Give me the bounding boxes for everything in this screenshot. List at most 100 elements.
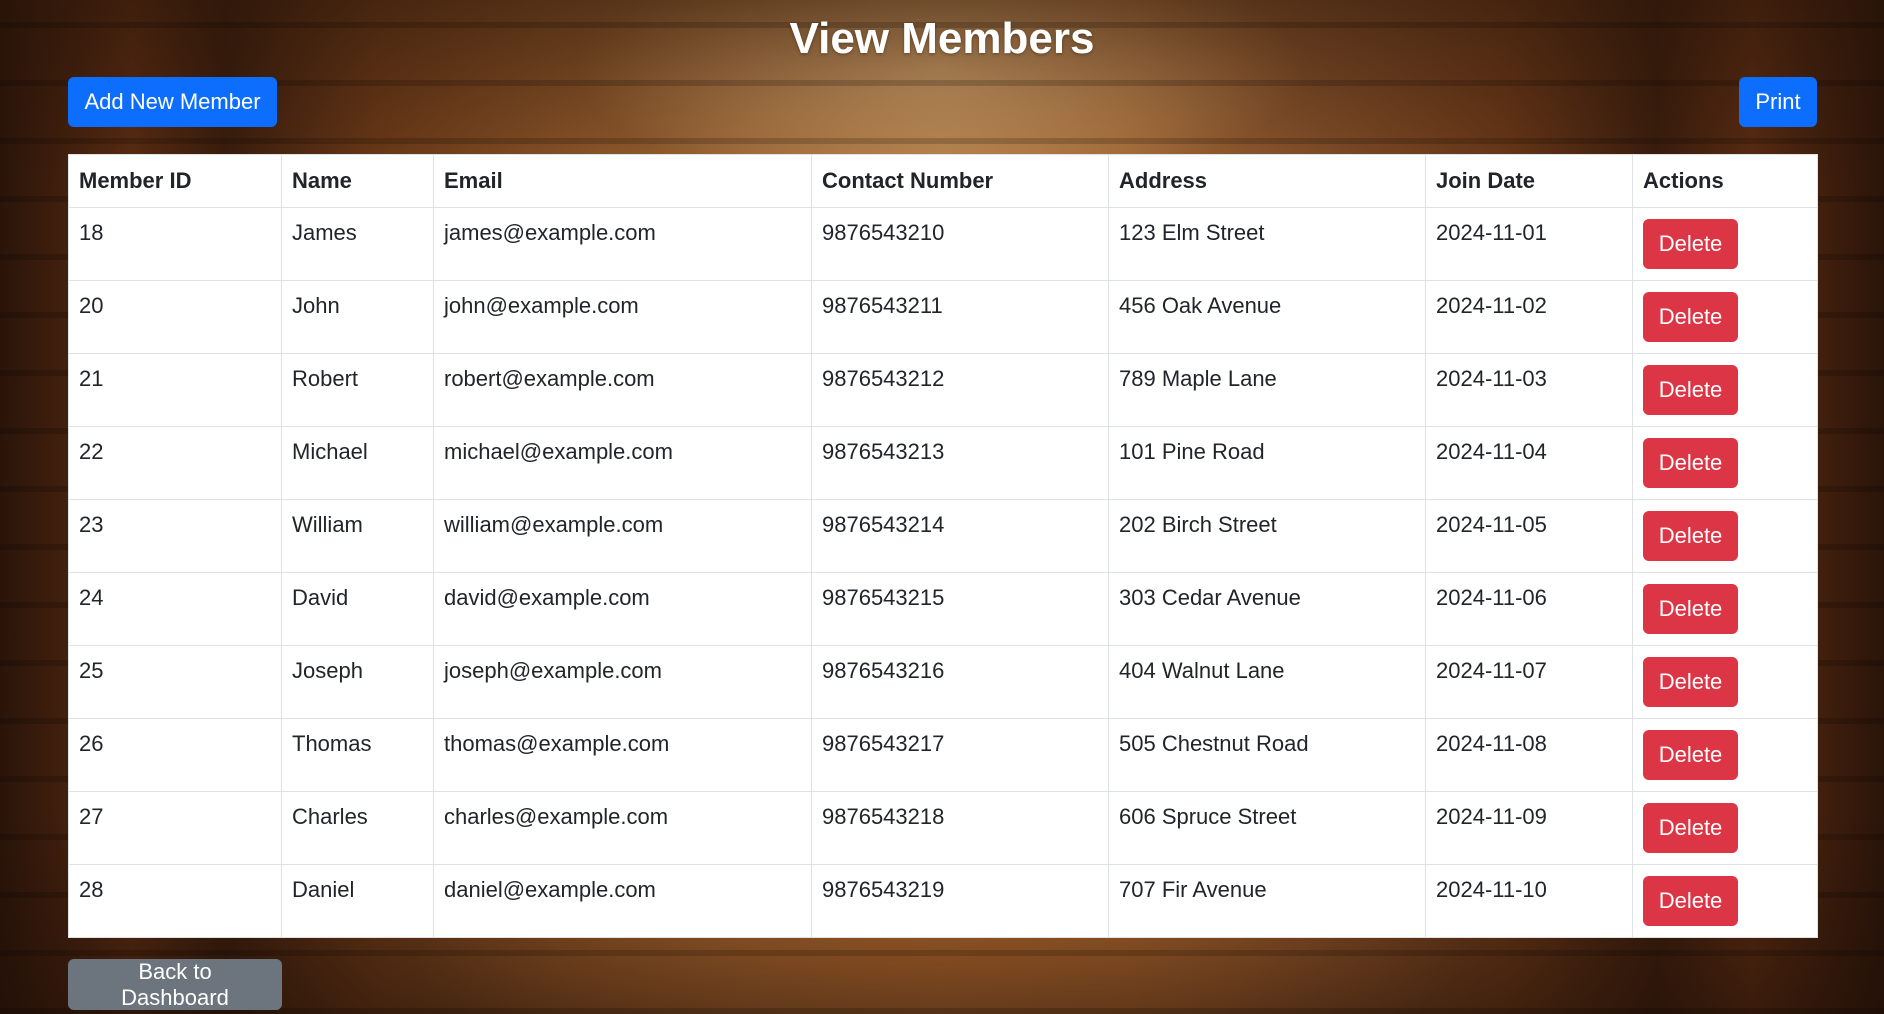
cell-contact-number: 9876543217 bbox=[811, 718, 1109, 792]
table-row: 26 Thomas thomas@example.com 9876543217 505 … bbox=[68, 718, 1818, 792]
cell-address: 303 Cedar Avenue bbox=[1108, 572, 1426, 646]
cell-join-date: 2024-11-04 bbox=[1425, 426, 1633, 500]
cell-name: James bbox=[281, 207, 434, 281]
cell-address: 101 Pine Road bbox=[1108, 426, 1426, 500]
cell-join-date: 2024-11-01 bbox=[1425, 207, 1633, 281]
cell-contact-number: 9876543210 bbox=[811, 207, 1109, 281]
cell-email: william@example.com bbox=[433, 499, 812, 573]
delete-button[interactable]: Delete bbox=[1643, 511, 1738, 561]
cell-join-date: 2024-11-02 bbox=[1425, 280, 1633, 354]
members-table-container: Member ID Name Email Contact Number Addr… bbox=[68, 154, 1818, 938]
cell-actions: Delete bbox=[1632, 280, 1818, 354]
back-to-dashboard-button[interactable]: Back to Dashboard bbox=[68, 959, 282, 1010]
cell-name: Daniel bbox=[281, 864, 434, 938]
table-row: 20 John john@example.com 9876543211 456 Oak … bbox=[68, 280, 1818, 354]
cell-member-id: 25 bbox=[68, 645, 282, 719]
table-row: 22 Michael michael@example.com 9876543213 10… bbox=[68, 426, 1818, 500]
cell-actions: Delete bbox=[1632, 499, 1818, 573]
cell-address: 456 Oak Avenue bbox=[1108, 280, 1426, 354]
cell-join-date: 2024-11-05 bbox=[1425, 499, 1633, 573]
add-new-member-button[interactable]: Add New Member bbox=[68, 77, 277, 127]
delete-button[interactable]: Delete bbox=[1643, 803, 1738, 853]
cell-member-id: 21 bbox=[68, 353, 282, 427]
cell-address: 404 Walnut Lane bbox=[1108, 645, 1426, 719]
cell-actions: Delete bbox=[1632, 864, 1818, 938]
cell-email: charles@example.com bbox=[433, 791, 812, 865]
table-row: 28 Daniel daniel@example.com 9876543219 707 … bbox=[68, 864, 1818, 938]
cell-address: 505 Chestnut Road bbox=[1108, 718, 1426, 792]
cell-address: 202 Birch Street bbox=[1108, 499, 1426, 573]
cell-name: William bbox=[281, 499, 434, 573]
delete-button[interactable]: Delete bbox=[1643, 657, 1738, 707]
cell-address: 707 Fir Avenue bbox=[1108, 864, 1426, 938]
cell-name: Joseph bbox=[281, 645, 434, 719]
table-row: 25 Joseph joseph@example.com 9876543216 404 … bbox=[68, 645, 1818, 719]
column-header-join-date: Join Date bbox=[1425, 154, 1633, 208]
cell-actions: Delete bbox=[1632, 207, 1818, 281]
delete-button[interactable]: Delete bbox=[1643, 876, 1738, 926]
cell-join-date: 2024-11-06 bbox=[1425, 572, 1633, 646]
cell-contact-number: 9876543216 bbox=[811, 645, 1109, 719]
delete-button[interactable]: Delete bbox=[1643, 730, 1738, 780]
delete-button[interactable]: Delete bbox=[1643, 365, 1738, 415]
cell-contact-number: 9876543215 bbox=[811, 572, 1109, 646]
table-row: 23 William william@example.com 9876543214 20… bbox=[68, 499, 1818, 573]
cell-join-date: 2024-11-07 bbox=[1425, 645, 1633, 719]
cell-join-date: 2024-11-08 bbox=[1425, 718, 1633, 792]
column-header-name: Name bbox=[281, 154, 434, 208]
cell-join-date: 2024-11-10 bbox=[1425, 864, 1633, 938]
column-header-contact-number: Contact Number bbox=[811, 154, 1109, 208]
cell-address: 123 Elm Street bbox=[1108, 207, 1426, 281]
cell-email: david@example.com bbox=[433, 572, 812, 646]
cell-member-id: 26 bbox=[68, 718, 282, 792]
cell-email: joseph@example.com bbox=[433, 645, 812, 719]
cell-email: robert@example.com bbox=[433, 353, 812, 427]
cell-actions: Delete bbox=[1632, 791, 1818, 865]
cell-member-id: 28 bbox=[68, 864, 282, 938]
delete-button[interactable]: Delete bbox=[1643, 584, 1738, 634]
cell-member-id: 18 bbox=[68, 207, 282, 281]
cell-actions: Delete bbox=[1632, 353, 1818, 427]
page-title: View Members bbox=[789, 14, 1095, 63]
cell-member-id: 23 bbox=[68, 499, 282, 573]
cell-email: john@example.com bbox=[433, 280, 812, 354]
table-row: 24 David david@example.com 9876543215 303 Ce… bbox=[68, 572, 1818, 646]
cell-member-id: 24 bbox=[68, 572, 282, 646]
cell-email: james@example.com bbox=[433, 207, 812, 281]
cell-name: Michael bbox=[281, 426, 434, 500]
table-row: 18 James james@example.com 9876543210 123 El… bbox=[68, 207, 1818, 281]
cell-address: 789 Maple Lane bbox=[1108, 353, 1426, 427]
cell-name: Robert bbox=[281, 353, 434, 427]
print-button[interactable]: Print bbox=[1739, 77, 1817, 127]
cell-contact-number: 9876543214 bbox=[811, 499, 1109, 573]
cell-contact-number: 9876543219 bbox=[811, 864, 1109, 938]
cell-member-id: 20 bbox=[68, 280, 282, 354]
cell-actions: Delete bbox=[1632, 645, 1818, 719]
column-header-member-id: Member ID bbox=[68, 154, 282, 208]
cell-contact-number: 9876543213 bbox=[811, 426, 1109, 500]
delete-button[interactable]: Delete bbox=[1643, 292, 1738, 342]
column-header-email: Email bbox=[433, 154, 812, 208]
cell-actions: Delete bbox=[1632, 572, 1818, 646]
cell-email: daniel@example.com bbox=[433, 864, 812, 938]
cell-contact-number: 9876543212 bbox=[811, 353, 1109, 427]
cell-name: David bbox=[281, 572, 434, 646]
table-row: 21 Robert robert@example.com 9876543212 789 … bbox=[68, 353, 1818, 427]
delete-button[interactable]: Delete bbox=[1643, 219, 1738, 269]
cell-member-id: 27 bbox=[68, 791, 282, 865]
cell-name: Charles bbox=[281, 791, 434, 865]
cell-email: michael@example.com bbox=[433, 426, 812, 500]
table-row: 27 Charles charles@example.com 9876543218 60… bbox=[68, 791, 1818, 865]
cell-address: 606 Spruce Street bbox=[1108, 791, 1426, 865]
cell-actions: Delete bbox=[1632, 426, 1818, 500]
column-header-address: Address bbox=[1108, 154, 1426, 208]
cell-join-date: 2024-11-09 bbox=[1425, 791, 1633, 865]
cell-email: thomas@example.com bbox=[433, 718, 812, 792]
table-header-row: Member ID Name Email Contact Number Addr… bbox=[68, 154, 1818, 208]
cell-actions: Delete bbox=[1632, 718, 1818, 792]
members-table: Member ID Name Email Contact Number Addr… bbox=[68, 154, 1818, 938]
delete-button[interactable]: Delete bbox=[1643, 438, 1738, 488]
column-header-actions: Actions bbox=[1632, 154, 1818, 208]
cell-join-date: 2024-11-03 bbox=[1425, 353, 1633, 427]
cell-member-id: 22 bbox=[68, 426, 282, 500]
